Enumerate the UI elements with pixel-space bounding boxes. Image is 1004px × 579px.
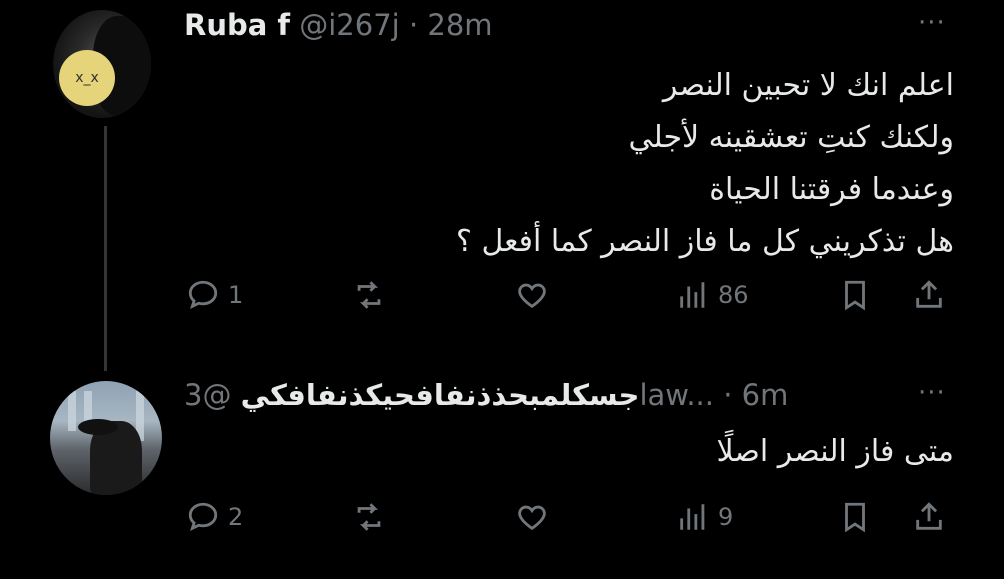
reply-icon [188, 502, 218, 532]
views-button[interactable]: 9 [676, 500, 733, 534]
share-icon [916, 502, 942, 530]
tweet-header: جسكلمبحذذنفافحيكذنفافكي @3law... · 6m [184, 378, 788, 412]
reply-button[interactable]: 2 [186, 500, 243, 534]
tweet-line: وعندما فرقتنا الحياة [709, 172, 954, 207]
author-name[interactable]: Ruba f [184, 8, 290, 42]
more-options-button[interactable]: ··· [918, 8, 946, 38]
views-count: 9 [718, 503, 734, 531]
views-button[interactable]: 86 [676, 278, 749, 312]
tweet-text: اعلم انك لا تحبين النصر ولكنك كنتِ تعشقي… [456, 60, 954, 268]
sticker-face-icon: x_x [59, 50, 115, 106]
separator: · [723, 378, 733, 412]
author-name[interactable]: جسكلمبحذذنفافحيكذنفافكي [241, 378, 640, 412]
like-button[interactable] [515, 500, 549, 534]
bookmark-button[interactable] [838, 278, 872, 312]
tweet-header: Ruba f @i267j · 28m [184, 8, 493, 42]
avatar[interactable]: x_x [53, 10, 151, 118]
share-button[interactable] [912, 278, 946, 312]
reply-icon [188, 280, 218, 310]
heart-icon [518, 505, 546, 531]
repost-button[interactable] [352, 278, 386, 312]
bookmark-icon [845, 502, 865, 533]
heart-icon [518, 283, 546, 309]
tweet-line: هل تذكريني كل ما فاز النصر كما أفعل ؟ [455, 224, 954, 259]
repost-button[interactable] [352, 500, 386, 534]
repost-icon [357, 281, 381, 309]
reply-count: 2 [228, 503, 244, 531]
repost-icon [357, 503, 381, 531]
like-button[interactable] [515, 278, 549, 312]
share-icon [916, 280, 942, 308]
bookmark-button[interactable] [838, 500, 872, 534]
thread-connector-line [104, 126, 107, 371]
timestamp[interactable]: 6m [742, 378, 789, 412]
bookmark-icon [845, 280, 865, 311]
tweet-line: متى فاز النصر اصلًا [716, 434, 954, 469]
share-button[interactable] [912, 500, 946, 534]
timestamp[interactable]: 28m [427, 8, 492, 42]
reply-count: 1 [228, 281, 244, 309]
avatar[interactable] [50, 381, 162, 495]
views-count: 86 [718, 281, 749, 309]
views-icon [680, 282, 705, 308]
more-options-button[interactable]: ··· [918, 378, 946, 408]
views-icon [680, 504, 705, 530]
tweet-line: اعلم انك لا تحبين النصر [662, 68, 954, 103]
author-handle[interactable]: @i267j [299, 8, 399, 42]
reply-button[interactable]: 1 [186, 278, 243, 312]
tweet-line: ولكنك كنتِ تعشقينه لأجلي [628, 120, 954, 155]
separator: · [408, 8, 419, 42]
tweet-text: متى فاز النصر اصلًا [716, 426, 954, 478]
